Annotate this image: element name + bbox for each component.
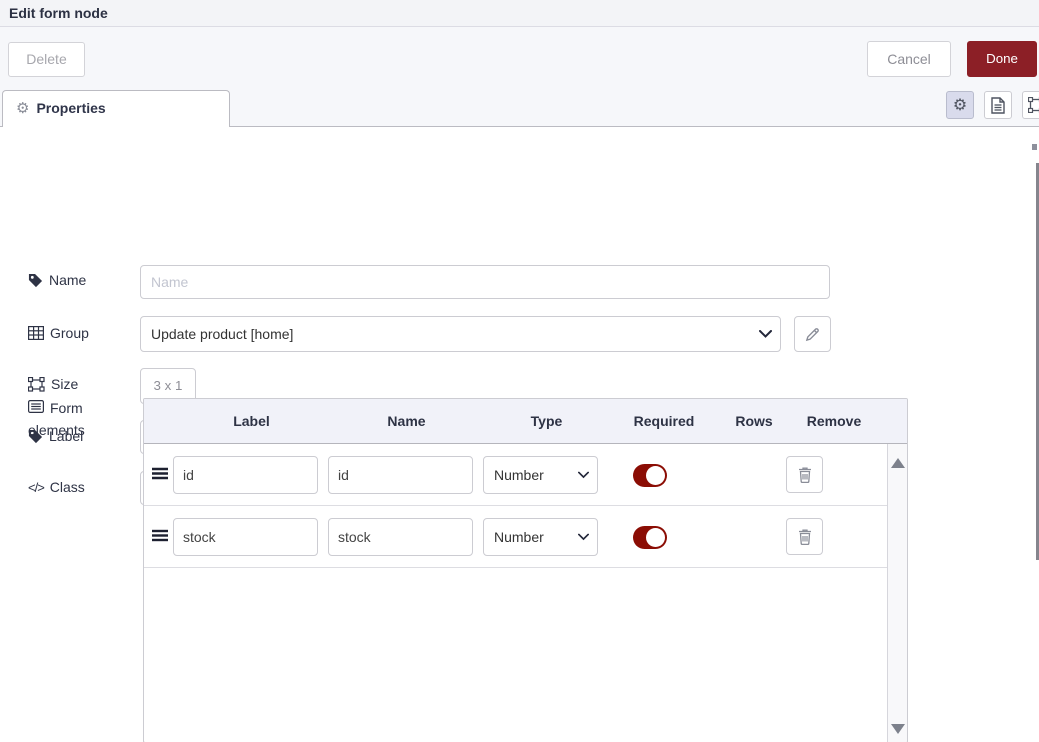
tab-properties-label: Properties (36, 100, 105, 116)
trash-icon (798, 529, 812, 545)
name-field-label: Name (28, 272, 86, 288)
name-input[interactable] (140, 265, 830, 299)
size-field-label: Size (28, 376, 78, 392)
gear-icon: ⚙ (953, 95, 967, 115)
drag-handle-icon[interactable] (152, 529, 168, 542)
column-header-required: Required (609, 413, 719, 429)
properties-panel: Name Group Update product [home] Size 3 … (0, 127, 1039, 742)
table-row: Number (144, 444, 887, 506)
trash-icon (798, 467, 812, 483)
cancel-button[interactable]: Cancel (867, 41, 951, 77)
appearance-icon (1028, 97, 1039, 113)
delete-button[interactable]: Delete (8, 42, 85, 77)
edit-group-button[interactable] (794, 316, 831, 352)
required-toggle[interactable] (633, 526, 667, 549)
tab-properties[interactable]: ⚙ Properties (2, 90, 230, 127)
description-tab-icon-button[interactable] (984, 91, 1012, 119)
dialog-header: Edit form node Delete Cancel Done ⚙ Prope… (0, 0, 1039, 127)
group-field-label: Group (28, 325, 89, 341)
drag-handle-icon[interactable] (152, 467, 168, 480)
form-elements-field-label: Form elements (28, 397, 132, 441)
scroll-down-icon[interactable] (891, 724, 905, 734)
done-button[interactable]: Done (967, 41, 1037, 77)
properties-tab-icon-button[interactable]: ⚙ (946, 91, 974, 119)
list-alt-icon (28, 400, 50, 413)
element-label-input[interactable] (173, 456, 318, 494)
dialog-toolbar: Delete Cancel Done (0, 28, 1039, 90)
scroll-up-icon[interactable] (891, 458, 905, 468)
table-row: Number (144, 506, 887, 568)
appearance-tab-icon-button[interactable] (1022, 91, 1039, 119)
code-icon: </> (28, 480, 44, 495)
form-elements-table: Label Name Type Required Rows Remove Num… (143, 398, 908, 742)
element-name-input[interactable] (328, 518, 473, 556)
table-icon (28, 326, 44, 340)
column-header-remove: Remove (789, 413, 879, 429)
pencil-icon (805, 327, 820, 342)
document-icon (991, 97, 1005, 114)
column-header-label: Label (174, 413, 329, 429)
group-select[interactable]: Update product [home] (140, 316, 781, 352)
dialog-scrollbar-arrow[interactable] (1032, 144, 1037, 150)
element-label-input[interactable] (173, 518, 318, 556)
dialog-title: Edit form node (0, 0, 1039, 27)
required-toggle[interactable] (633, 464, 667, 487)
form-elements-table-body: Number Number (144, 444, 887, 742)
class-field-label: </> Class (28, 479, 85, 495)
column-header-rows: Rows (719, 413, 789, 429)
column-header-type: Type (484, 413, 609, 429)
table-scrollbar[interactable] (887, 444, 907, 742)
form-elements-table-header: Label Name Type Required Rows Remove (144, 399, 907, 444)
gear-icon: ⚙ (16, 100, 29, 117)
element-type-select[interactable]: Number (483, 456, 598, 494)
resize-bounds-icon (28, 377, 45, 392)
column-header-name: Name (329, 413, 484, 429)
tag-icon (28, 273, 43, 288)
tab-bar: ⚙ Properties ⚙ (0, 90, 1039, 127)
edit-form-node-dialog: Edit form node Delete Cancel Done ⚙ Prope… (0, 0, 1039, 742)
remove-element-button[interactable] (786, 518, 823, 555)
element-type-select[interactable]: Number (483, 518, 598, 556)
remove-element-button[interactable] (786, 456, 823, 493)
element-name-input[interactable] (328, 456, 473, 494)
